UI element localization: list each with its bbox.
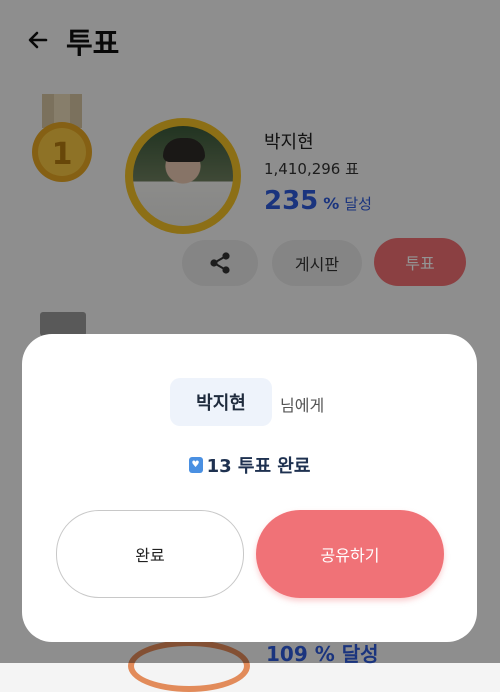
share-action-button[interactable]: 공유하기 (256, 510, 444, 598)
recipient-chip: 박지현 (170, 378, 272, 426)
vote-complete-dialog: 박지현 님에게 ♥ 13 투표 완료 완료 공유하기 (22, 334, 477, 642)
recipient-suffix: 님에게 (280, 396, 325, 415)
done-button[interactable]: 완료 (56, 510, 244, 598)
vote-complete-message: ♥ 13 투표 완료 (22, 452, 477, 478)
vote-complete-text: 13 투표 완료 (206, 456, 311, 477)
heart-icon: ♥ (188, 457, 203, 473)
